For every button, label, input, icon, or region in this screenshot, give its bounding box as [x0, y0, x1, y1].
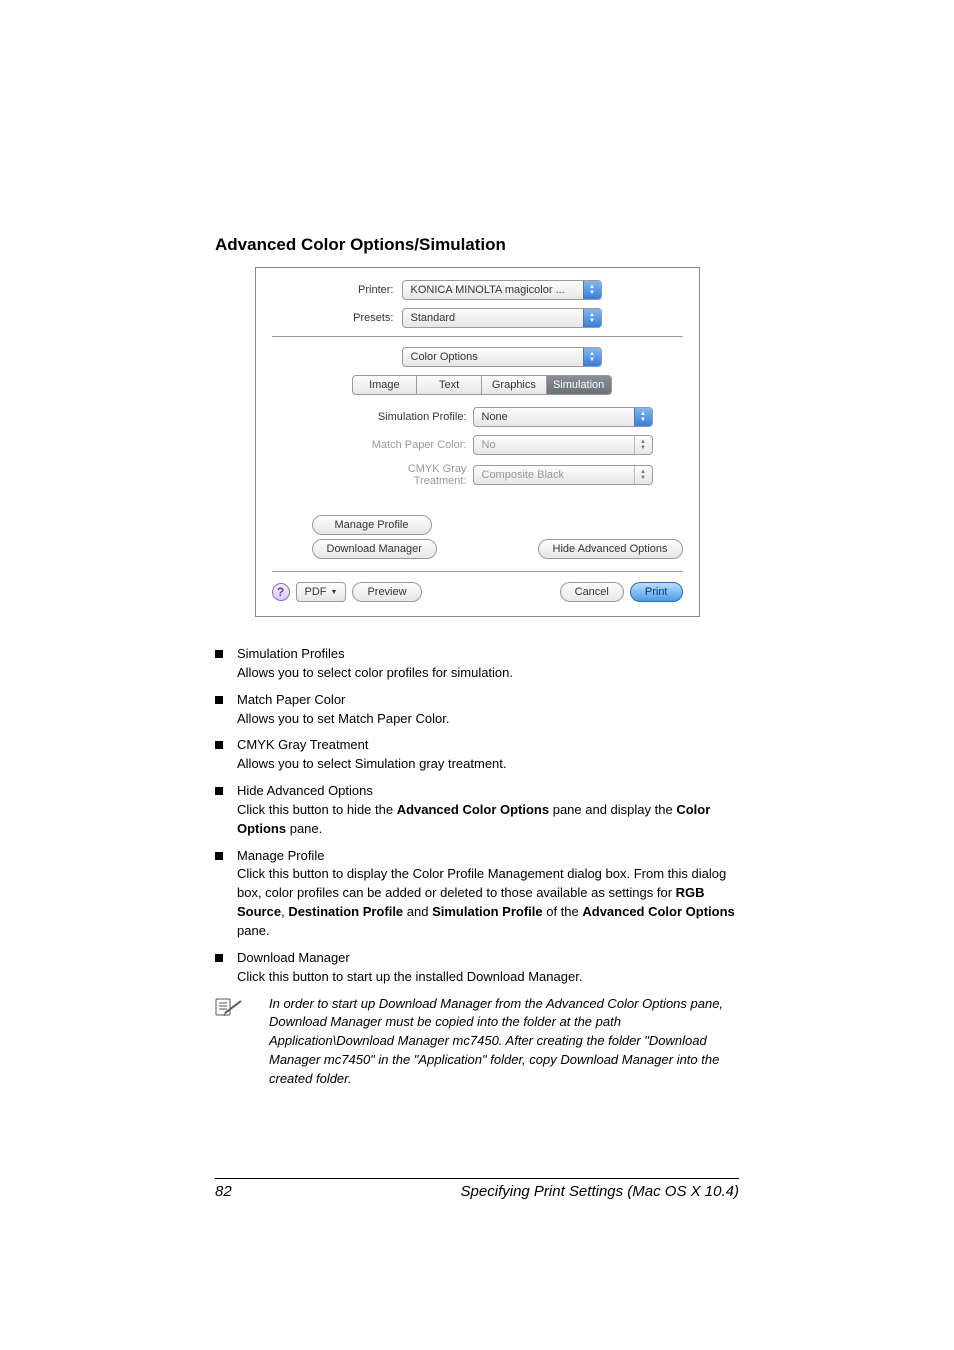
- bullet-title: Hide Advanced Options: [237, 782, 739, 801]
- bullet-icon: [215, 650, 223, 658]
- pdf-menu-button[interactable]: PDF ▼: [296, 582, 347, 602]
- divider: [272, 571, 683, 572]
- download-manager-button[interactable]: Download Manager: [312, 539, 437, 559]
- bullet-list: Simulation Profiles Allows you to select…: [215, 645, 739, 1089]
- hide-advanced-options-button[interactable]: Hide Advanced Options: [538, 539, 683, 559]
- bullet-desc: Allows you to set Match Paper Color.: [237, 710, 739, 729]
- pane-value: Color Options: [411, 351, 583, 363]
- bullet-title: Match Paper Color: [237, 691, 739, 710]
- manage-profile-button[interactable]: Manage Profile: [312, 515, 432, 535]
- bullet-title: Manage Profile: [237, 847, 739, 866]
- printer-label: Printer:: [272, 284, 402, 296]
- help-button[interactable]: ?: [272, 583, 290, 601]
- bullet-icon: [215, 852, 223, 860]
- bullet-icon: [215, 787, 223, 795]
- presets-dropdown[interactable]: Standard ▲▼: [402, 308, 602, 328]
- divider: [272, 336, 683, 337]
- cancel-button[interactable]: Cancel: [560, 582, 624, 602]
- tab-image[interactable]: Image: [353, 376, 418, 394]
- match-paper-color-value: No: [482, 439, 634, 451]
- bullet-title: CMYK Gray Treatment: [237, 736, 739, 755]
- bullet-desc: Click this button to start up the instal…: [237, 968, 739, 987]
- printer-dropdown[interactable]: KONICA MINOLTA magicolor ... ▲▼: [402, 280, 602, 300]
- bullet-desc: Allows you to select color profiles for …: [237, 664, 739, 683]
- cmyk-gray-value: Composite Black: [482, 469, 634, 481]
- page-footer: 82 Specifying Print Settings (Mac OS X 1…: [215, 1178, 739, 1200]
- chevron-updown-icon: ▲▼: [634, 436, 652, 454]
- bullet-icon: [215, 954, 223, 962]
- tab-graphics[interactable]: Graphics: [482, 376, 547, 394]
- print-dialog: Printer: KONICA MINOLTA magicolor ... ▲▼…: [255, 267, 700, 617]
- simulation-profile-dropdown[interactable]: None ▲▼: [473, 407, 653, 427]
- pane-dropdown[interactable]: Color Options ▲▼: [402, 347, 602, 367]
- note-block: In order to start up Download Manager fr…: [215, 995, 739, 1089]
- chevron-updown-icon: ▲▼: [583, 281, 601, 299]
- pdf-label: PDF: [305, 586, 327, 598]
- cmyk-gray-dropdown: Composite Black ▲▼: [473, 465, 653, 485]
- printer-value: KONICA MINOLTA magicolor ...: [411, 284, 583, 296]
- section-heading: Advanced Color Options/Simulation: [215, 235, 739, 255]
- bullet-desc: Allows you to select Simulation gray tre…: [237, 755, 739, 774]
- presets-label: Presets:: [272, 312, 402, 324]
- cmyk-gray-label: CMYK Gray Treatment:: [358, 463, 473, 487]
- bullet-icon: [215, 696, 223, 704]
- chevron-updown-icon: ▲▼: [583, 348, 601, 366]
- simulation-profile-value: None: [482, 411, 634, 423]
- bullet-title: Download Manager: [237, 949, 739, 968]
- presets-value: Standard: [411, 312, 583, 324]
- match-paper-color-dropdown: No ▲▼: [473, 435, 653, 455]
- footer-title: Specifying Print Settings (Mac OS X 10.4…: [232, 1183, 739, 1200]
- bullet-title: Simulation Profiles: [237, 645, 739, 664]
- preview-button[interactable]: Preview: [352, 582, 421, 602]
- tab-simulation[interactable]: Simulation: [547, 376, 611, 394]
- bullet-desc: Click this button to hide the Advanced C…: [237, 801, 739, 839]
- page-number: 82: [215, 1183, 232, 1200]
- print-button[interactable]: Print: [630, 582, 683, 602]
- bullet-icon: [215, 741, 223, 749]
- chevron-updown-icon: ▲▼: [634, 408, 652, 426]
- tab-text[interactable]: Text: [417, 376, 482, 394]
- bullet-desc: Click this button to display the Color P…: [237, 865, 739, 940]
- simulation-profile-label: Simulation Profile:: [358, 411, 473, 423]
- triangle-down-icon: ▼: [331, 589, 338, 596]
- match-paper-color-label: Match Paper Color:: [358, 439, 473, 451]
- chevron-updown-icon: ▲▼: [583, 309, 601, 327]
- note-icon: [215, 997, 243, 1089]
- tab-bar: Image Text Graphics Simulation: [352, 375, 612, 395]
- chevron-updown-icon: ▲▼: [634, 466, 652, 484]
- note-text: In order to start up Download Manager fr…: [249, 995, 739, 1089]
